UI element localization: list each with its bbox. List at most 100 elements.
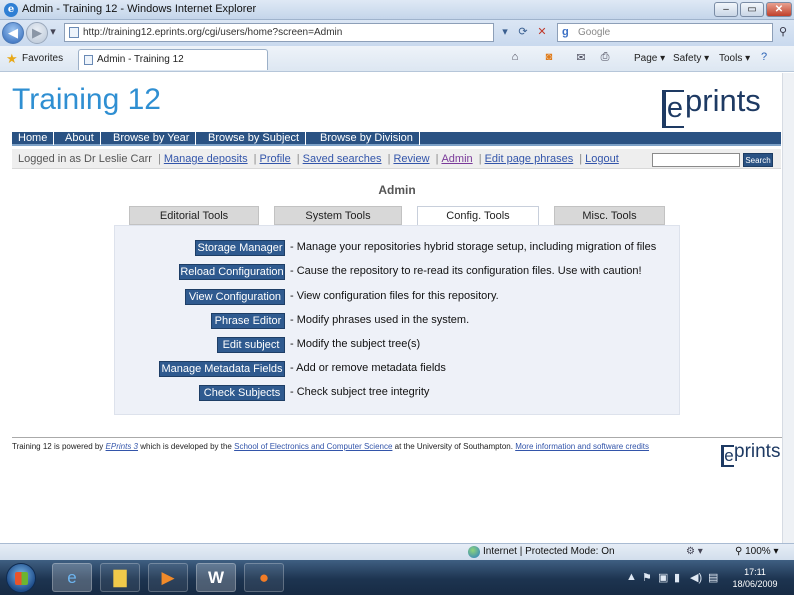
start-button[interactable] [6,563,36,593]
action-description: - Cause the repository to re-read its co… [290,265,642,277]
favorites-star-icon[interactable]: ★ [6,51,18,67]
footer-text: Training 12 is powered by EPrints 3 whic… [12,442,649,451]
back-button[interactable]: ◀ [2,22,24,44]
edit-subject-button[interactable]: Edit subject [217,337,285,353]
check-subjects-button[interactable]: Check Subjects [199,385,285,401]
clock[interactable]: 17:11 18/06/2009 [725,566,785,590]
view-configuration-button[interactable]: View Configuration [185,289,285,305]
compatibility-view-icon[interactable]: ▾ [496,24,514,41]
page-title: Admin [378,183,416,197]
menu-item-about[interactable]: About [59,132,101,145]
site-search-input[interactable] [652,153,740,167]
eprints-logo[interactable]: eprints [662,83,761,128]
browser-tab[interactable]: Admin - Training 12 [78,49,268,70]
link-edit-page-phrases[interactable]: Edit page phrases [485,153,574,165]
eprints-link[interactable]: EPrints 3 [106,442,138,451]
google-icon: g [562,26,569,38]
reload-configuration-button[interactable]: Reload Configuration [179,264,285,280]
school-link[interactable]: School of Electronics and Computer Scien… [234,442,392,451]
site-search-button[interactable]: Search [743,153,773,167]
footer-text-1: Training 12 is powered by [12,442,104,451]
footer-eprints-logo[interactable]: eprints [721,441,780,467]
window-title: Admin - Training 12 - Windows Internet E… [22,3,257,15]
favorites-button[interactable]: Favorites [22,53,63,64]
action-row: Edit subject - Modify the subject tree(s… [115,337,681,353]
link-review[interactable]: Review [393,153,429,165]
flag-icon[interactable]: ⚑ [642,571,652,584]
link-saved-searches[interactable]: Saved searches [303,153,382,165]
footer-text-3: at the University of Southampton. [394,442,513,451]
keyboard-icon[interactable]: ▤ [708,571,718,584]
action-description: - Modify the subject tree(s) [290,338,421,350]
page-icon [69,27,79,38]
word-taskbar-icon[interactable]: W [196,563,236,592]
forward-button[interactable]: ▶ [26,22,48,44]
action-row: Manage Metadata Fields - Add or remove m… [115,361,681,377]
action-row: Check Subjects - Check subject tree inte… [115,385,681,401]
link-manage-deposits[interactable]: Manage deposits [164,153,248,165]
feeds-icon[interactable]: ◙ [542,51,556,65]
phrase-editor-button[interactable]: Phrase Editor [211,313,285,329]
firefox-taskbar-icon[interactable]: ● [244,563,284,592]
vertical-scrollbar[interactable] [782,73,794,543]
maximize-button[interactable]: ▭ [740,2,764,17]
tab-config-tools[interactable]: Config. Tools [417,206,539,226]
tab-system-tools[interactable]: System Tools [274,206,402,225]
link-logout[interactable]: Logout [585,153,619,165]
site-title[interactable]: Training 12 [12,83,161,117]
internet-explorer-taskbar-icon[interactable]: e [52,563,92,592]
refresh-icon[interactable]: ⟳ [514,24,532,41]
stop-icon[interactable]: ✕ [533,24,551,41]
clock-date: 18/06/2009 [732,579,778,589]
security-zone[interactable]: Internet | Protected Mode: On [483,544,615,560]
minimize-button[interactable]: – [714,2,738,17]
zoom-value: 100% [745,546,771,557]
action-description: - Manage your repositories hybrid storag… [290,241,657,253]
recent-pages-dropdown-icon[interactable]: ▾ [46,24,60,41]
windows-logo-icon [15,572,28,585]
search-placeholder: Google [578,27,611,38]
page-content: Training 12 eprints Home About Browse by… [0,73,794,543]
home-icon[interactable]: ⌂ [508,51,522,65]
tab-misc-tools[interactable]: Misc. Tools [554,206,665,225]
close-window-button[interactable]: ✕ [766,2,792,17]
action-row: View Configuration - View configuration … [115,289,681,305]
address-input[interactable]: http://training12.eprints.org/cgi/users/… [64,23,494,42]
clock-time: 17:11 [744,567,766,577]
folder-taskbar-icon[interactable]: ▇ [100,563,140,592]
tools-menu[interactable]: Tools ▾ [719,53,750,64]
link-profile[interactable]: Profile [260,153,291,165]
action-description: - Add or remove metadata fields [290,362,446,374]
zoom-level[interactable]: ⚲ 100% ▾ [735,544,779,560]
search-input[interactable]: g Google [557,23,773,42]
page-menu[interactable]: Page ▾ [634,53,665,64]
show-hidden-icons-icon[interactable]: ▲ [626,571,637,583]
storage-manager-button[interactable]: Storage Manager [195,240,285,256]
menu-item-browse-subject[interactable]: Browse by Subject [202,132,307,145]
mail-icon[interactable]: ✉ [574,51,588,65]
footer-logo-text: prints [734,441,781,462]
link-admin[interactable]: Admin [441,153,472,165]
power-icon[interactable]: ▮ [674,571,680,584]
favorites-bar: ★ Favorites Admin - Training 12 ⌂ ◙ ✉ ⎙ … [0,46,794,72]
action-row: Phrase Editor - Modify phrases used in t… [115,313,681,329]
menu-item-browse-year[interactable]: Browse by Year [107,132,197,145]
action-row: Reload Configuration - Cause the reposit… [115,264,681,280]
volume-icon[interactable]: ◀) [690,571,702,584]
media-player-taskbar-icon[interactable]: ▶ [148,563,188,592]
status-bar: Internet | Protected Mode: On ⚙ ▾ ⚲ 100%… [0,543,794,560]
menu-item-home[interactable]: Home [12,132,55,145]
menu-item-browse-division[interactable]: Browse by Division [314,132,420,145]
manage-metadata-fields-button[interactable]: Manage Metadata Fields [159,361,285,377]
credits-link[interactable]: More information and software credits [515,442,649,451]
protected-mode-icon[interactable]: ⚙ ▾ [686,544,703,560]
safety-menu[interactable]: Safety ▾ [673,53,709,64]
search-magnifier-icon[interactable]: ⚲ [774,24,792,41]
tab-editorial-tools[interactable]: Editorial Tools [129,206,259,225]
print-icon[interactable]: ⎙ [598,51,612,65]
network-icon[interactable]: ▣ [658,571,668,584]
window-titlebar: e Admin - Training 12 - Windows Internet… [0,0,794,20]
internet-explorer-icon: e [4,3,18,17]
tools-menu-label: Tools [719,53,743,64]
help-icon[interactable]: ? [757,51,771,65]
